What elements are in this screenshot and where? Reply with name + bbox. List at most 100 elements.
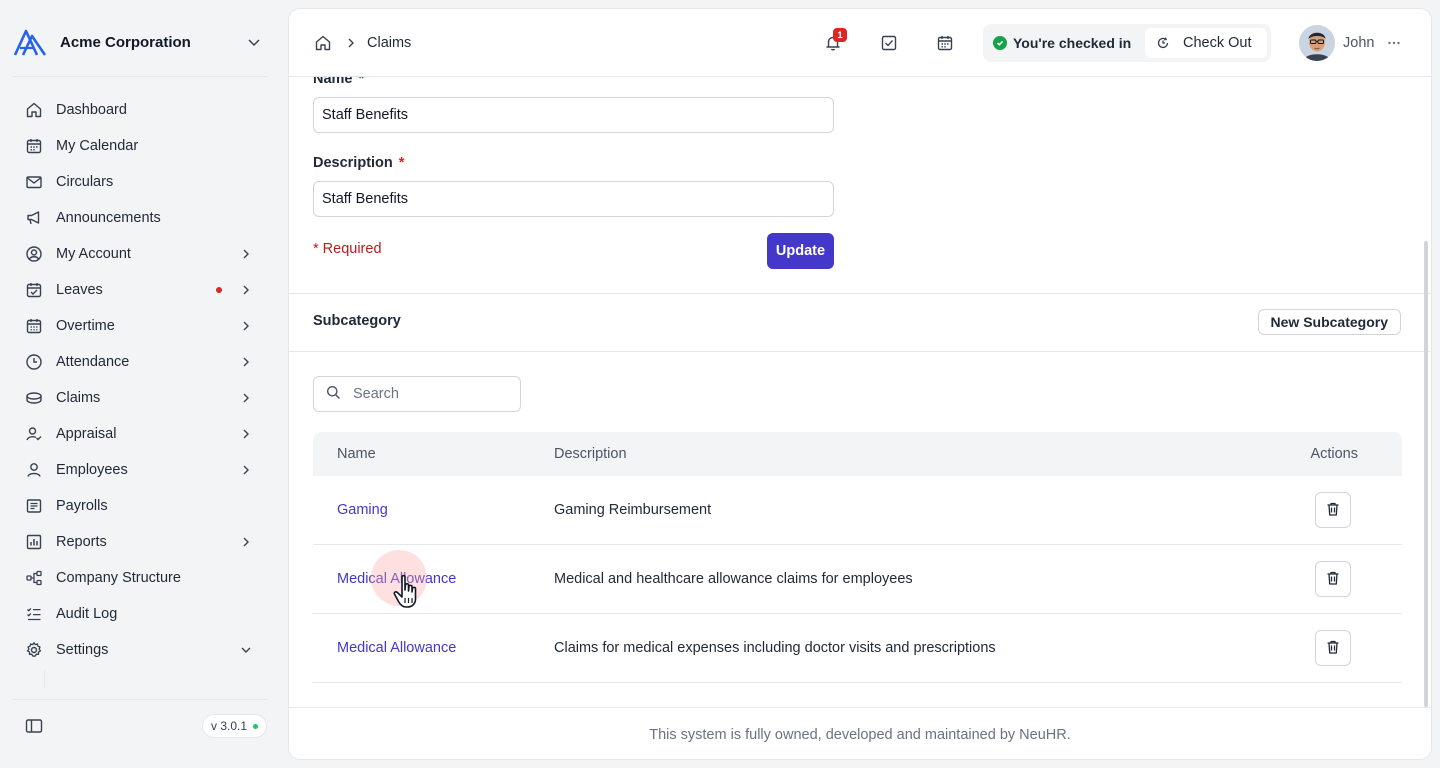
sidebar-item-label: Overtime	[56, 318, 115, 334]
subcategory-name-link[interactable]: Medical Allowance	[337, 640, 456, 656]
sidebar-item-label: Settings	[56, 642, 109, 658]
sidebar-item-label: Dashboard	[56, 102, 127, 118]
clock-out-icon	[1155, 35, 1171, 51]
search-box[interactable]	[313, 376, 521, 412]
clock-icon	[24, 352, 44, 372]
subcategory-title: Subcategory	[313, 313, 401, 329]
subcategory-name-link[interactable]: Gaming	[337, 502, 388, 518]
sidebar-item-label: Announcements	[56, 210, 161, 226]
divider	[289, 351, 1431, 352]
search-input[interactable]	[353, 386, 503, 402]
sidebar-item-circulars[interactable]: Circulars	[12, 164, 268, 200]
more-horizontal-icon[interactable]	[1386, 35, 1402, 51]
calendar-icon	[24, 136, 44, 156]
name-label-text: Name	[313, 77, 353, 87]
chevron-right-icon	[238, 318, 254, 334]
chevron-right-icon	[238, 390, 254, 406]
hierarchy-icon	[24, 568, 44, 588]
trash-icon	[1325, 639, 1341, 658]
subcategory-description: Claims for medical expenses including do…	[554, 640, 996, 656]
sidebar-item-label: Leaves	[56, 282, 103, 298]
scrollbar[interactable]	[1424, 241, 1428, 707]
check-circle-icon	[993, 36, 1007, 50]
avatar[interactable]	[1299, 25, 1335, 61]
chevron-right-icon	[238, 246, 254, 262]
sidebar-item-label: My Account	[56, 246, 131, 262]
sidebar-item-dashboard[interactable]: Dashboard	[12, 92, 268, 128]
sidebar-item-employees[interactable]: Employees	[12, 452, 268, 488]
name-label: Name *	[313, 77, 364, 87]
sidebar-item-label: Company Structure	[56, 570, 181, 586]
sidebar-item-settings[interactable]: Settings	[12, 632, 268, 668]
update-button[interactable]: Update	[767, 233, 834, 269]
sidebar-item-my-account[interactable]: My Account	[12, 236, 268, 272]
task-check-icon[interactable]	[879, 33, 899, 53]
description-field[interactable]	[313, 181, 834, 217]
sidebar-item-leaves[interactable]: Leaves	[12, 272, 268, 308]
sidebar-item-payrolls[interactable]: Payrolls	[12, 488, 268, 524]
version-badge: v 3.0.1	[202, 714, 268, 738]
user-name: John	[1343, 35, 1375, 51]
version-text: v 3.0.1	[211, 719, 248, 733]
table-header: Name Description Actions	[313, 432, 1402, 476]
sidebar-item-audit-log[interactable]: Audit Log	[12, 596, 268, 632]
checked-in-text: You're checked in	[1013, 35, 1132, 51]
subcategory-description: Gaming Reimbursement	[554, 502, 712, 518]
sidebar-item-claims[interactable]: Claims	[12, 380, 268, 416]
sidebar-item-label: Payrolls	[56, 498, 108, 514]
trash-icon	[1325, 501, 1341, 520]
calendar-icon[interactable]	[935, 33, 955, 53]
sidebar-item-label: Claims	[56, 390, 101, 406]
user-circle-icon	[24, 244, 44, 264]
required-asterisk: *	[358, 77, 365, 87]
chevron-right-icon	[238, 426, 254, 442]
subcategory-table: Name Description Actions Gaming Gaming R…	[313, 432, 1402, 683]
sidebar-item-label: Attendance	[56, 354, 130, 370]
delete-button[interactable]	[1315, 561, 1351, 597]
home-icon[interactable]	[313, 33, 333, 53]
name-field[interactable]	[313, 97, 834, 133]
mail-icon	[24, 172, 44, 192]
sidebar-item-appraisal[interactable]: Appraisal	[12, 416, 268, 452]
column-header-actions: Actions	[1310, 446, 1358, 462]
required-note: * Required	[313, 241, 382, 257]
sidebar-item-attendance[interactable]: Attendance	[12, 344, 268, 380]
main-panel: Claims 1 You're checked in Check Out Joh…	[288, 8, 1432, 760]
sidebar-item-overtime[interactable]: Overtime	[12, 308, 268, 344]
chevron-right-icon	[238, 534, 254, 550]
sidebar-item-my-calendar[interactable]: My Calendar	[12, 128, 268, 164]
topbar: Claims 1 You're checked in Check Out Joh…	[289, 9, 1431, 77]
sidebar-item-announcements[interactable]: Announcements	[12, 200, 268, 236]
sidebar-toggle-icon[interactable]	[24, 716, 44, 736]
content-area: Name * Description * * Required Update Sub…	[289, 77, 1431, 707]
receipt-icon	[24, 496, 44, 516]
description-label-text: Description	[313, 155, 393, 171]
org-switcher[interactable]: Acme Corporation	[12, 24, 268, 60]
delete-button[interactable]	[1315, 492, 1351, 528]
divider	[12, 76, 268, 77]
table-row: Gaming Gaming Reimbursement	[313, 476, 1402, 545]
sidebar-item-label: Reports	[56, 534, 107, 550]
company-logo-icon	[12, 24, 48, 60]
calendar-check-icon	[24, 280, 44, 300]
chevron-down-icon[interactable]	[242, 30, 266, 54]
submenu-guide-line	[44, 670, 45, 688]
user-menu[interactable]: John	[1299, 25, 1402, 61]
delete-button[interactable]	[1315, 630, 1351, 666]
settings-submenu	[12, 668, 268, 688]
megaphone-icon	[24, 208, 44, 228]
sidebar-item-label: Appraisal	[56, 426, 117, 442]
sidebar-item-company-structure[interactable]: Company Structure	[12, 560, 268, 596]
coins-icon	[24, 388, 44, 408]
breadcrumb-current: Claims	[367, 35, 412, 51]
sidebar-item-reports[interactable]: Reports	[12, 524, 268, 560]
attendance-status: You're checked in Check Out	[983, 24, 1271, 62]
calendar-grid-icon	[24, 316, 44, 336]
sidebar-item-label: Employees	[56, 462, 128, 478]
subcategory-name-link[interactable]: Medical Allowance	[337, 571, 456, 587]
new-subcategory-button[interactable]: New Subcategory	[1257, 309, 1401, 335]
sidebar-item-label: My Calendar	[56, 138, 139, 154]
check-out-button[interactable]: Check Out	[1145, 28, 1267, 58]
bell-icon[interactable]: 1	[823, 28, 847, 53]
sidebar-item-label: Audit Log	[56, 606, 118, 622]
